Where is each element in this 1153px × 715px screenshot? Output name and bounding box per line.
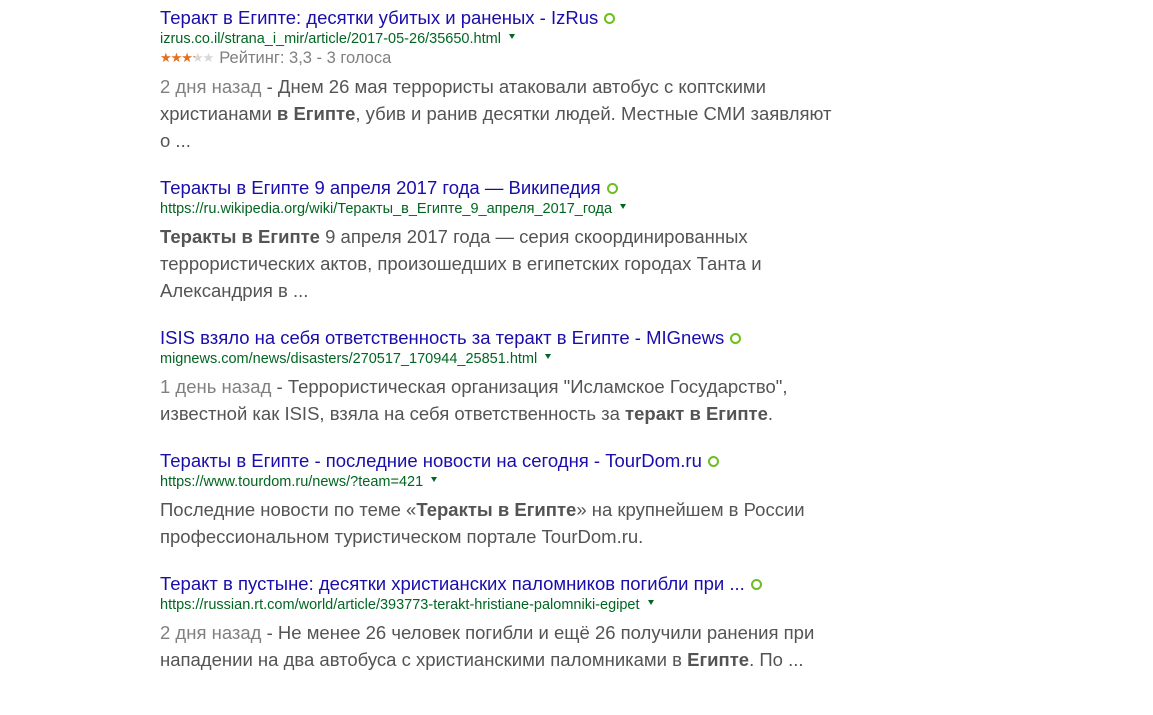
result-url: https://www.tourdom.ru/news/?team=421 — [160, 474, 424, 490]
result-url-row: https://www.tourdom.ru/news/?team=421 — [160, 473, 840, 491]
snippet-text: . По ... — [749, 649, 804, 670]
triangle-down-icon[interactable] — [620, 203, 627, 209]
result-title-link[interactable]: ISIS взяло на себя ответственность за те… — [160, 326, 724, 350]
result-snippet: Теракты в Египте 9 апреля 2017 года — се… — [160, 223, 840, 304]
result-url: https://ru.wikipedia.org/wiki/Теракты_в_… — [160, 201, 613, 217]
green-circle-icon — [750, 578, 762, 590]
triangle-down-icon[interactable] — [431, 476, 438, 482]
result-title-row: Теракт в пустыне: десятки христианских п… — [160, 572, 840, 596]
result-url-row: izrus.co.il/strana_i_mir/article/2017-05… — [160, 30, 840, 48]
snippet-text: . — [767, 403, 774, 424]
green-circle-icon — [707, 455, 719, 467]
search-results: Теракт в Египте: десятки убитых и ранены… — [160, 6, 840, 695]
result-date: 2 дня назад — [160, 622, 262, 643]
green-circle-icon — [730, 332, 742, 344]
result-date: 1 день назад — [160, 376, 272, 397]
result-snippet: 2 дня назад - Не менее 26 человек погибл… — [160, 619, 840, 673]
triangle-down-icon[interactable] — [647, 599, 654, 605]
result-title-row: Теракты в Египте 9 апреля 2017 года — Ви… — [160, 176, 840, 200]
result-title-link[interactable]: Теракты в Египте - последние новости на … — [160, 449, 702, 473]
result-url-row: mignews.com/news/disasters/270517_170944… — [160, 350, 840, 368]
snippet-highlight: Египте — [687, 649, 750, 670]
search-result: Теракт в Египте: десятки убитых и ранены… — [160, 6, 840, 154]
result-title-row: ISIS взяло на себя ответственность за те… — [160, 326, 840, 350]
rating-text: Рейтинг: 3,3 - 3 голоса — [219, 48, 392, 67]
result-url-row: https://ru.wikipedia.org/wiki/Теракты_в_… — [160, 200, 840, 218]
result-url: izrus.co.il/strana_i_mir/article/2017-05… — [160, 31, 501, 47]
result-snippet: Последние новости по теме «Теракты в Еги… — [160, 496, 840, 550]
search-result: Теракты в Египте 9 апреля 2017 года — Ви… — [160, 176, 840, 304]
result-snippet: 2 дня назад - Днем 26 мая террористы ата… — [160, 73, 840, 154]
snippet-highlight: в — [276, 103, 289, 124]
snippet-highlight: Теракты в Египте — [160, 226, 320, 247]
result-title-row: Теракт в Египте: десятки убитых и ранены… — [160, 6, 840, 30]
search-result: Теракт в пустыне: десятки христианских п… — [160, 572, 840, 673]
star-icon: ★★★★★ — [160, 50, 195, 65]
search-result: Теракты в Египте - последние новости на … — [160, 449, 840, 550]
search-result: ISIS взяло на себя ответственность за те… — [160, 326, 840, 427]
triangle-down-icon[interactable] — [508, 33, 515, 39]
triangle-down-icon[interactable] — [545, 353, 552, 359]
result-rating: ★★★★★★★★★★ Рейтинг: 3,3 - 3 голоса — [160, 48, 840, 68]
snippet-highlight: Египте — [293, 103, 356, 124]
snippet-highlight: Теракты в Египте — [416, 499, 577, 520]
green-circle-icon — [604, 12, 616, 24]
result-date: 2 дня назад — [160, 76, 262, 97]
result-url: https://russian.rt.com/world/article/393… — [160, 597, 640, 613]
result-url: mignews.com/news/disasters/270517_170944… — [160, 351, 538, 367]
snippet-highlight: теракт в Египте — [625, 403, 768, 424]
result-url-row: https://russian.rt.com/world/article/393… — [160, 596, 840, 614]
green-circle-icon — [606, 182, 618, 194]
result-title-link[interactable]: Теракт в Египте: десятки убитых и ранены… — [160, 6, 598, 30]
snippet-text: Последние новости по теме « — [160, 499, 417, 520]
rating-stars: ★★★★★★★★★★ — [160, 48, 214, 68]
result-title-link[interactable]: Теракт в пустыне: десятки христианских п… — [160, 572, 745, 596]
result-title-link[interactable]: Теракты в Египте 9 апреля 2017 года — Ви… — [160, 176, 601, 200]
result-snippet: 1 день назад - Террористическая организа… — [160, 373, 840, 427]
result-title-row: Теракты в Египте - последние новости на … — [160, 449, 840, 473]
